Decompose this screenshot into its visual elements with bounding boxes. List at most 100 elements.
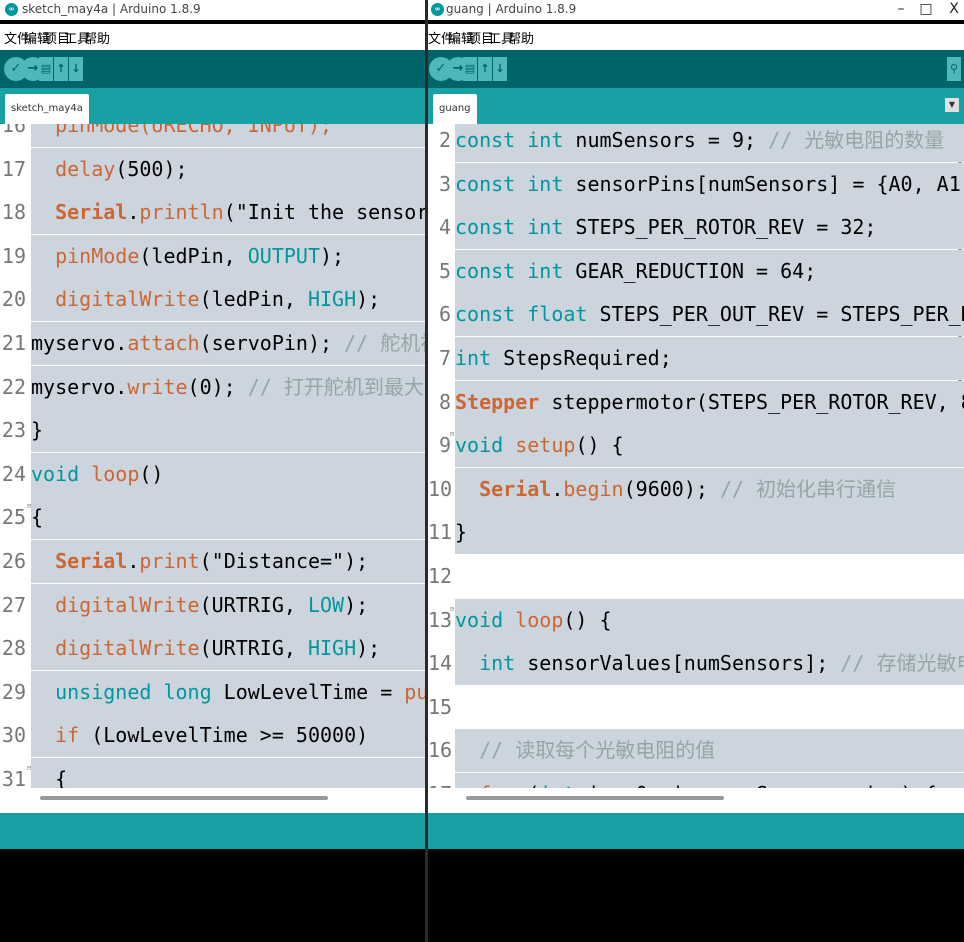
line-number: 24: [0, 452, 26, 496]
code-line[interactable]: 29 unsigned long LowLevelTime = pulseIn(…: [0, 670, 428, 714]
code-token: ("Distance=");: [199, 549, 369, 573]
code-token: }: [31, 418, 44, 443]
code-line[interactable]: 30 if (LowLevelTime >= 50000): [0, 714, 428, 758]
code-text: const int GEAR_REDUCTION = 64;: [455, 249, 964, 293]
code-line[interactable]: 5 const int GEAR_REDUCTION = 64;: [428, 249, 964, 293]
code-line[interactable]: 13 ⊟ void loop() {: [428, 598, 964, 642]
code-line[interactable]: 10 Serial.begin(9600); // 初始化串行通信: [428, 467, 964, 511]
code-line[interactable]: 12: [428, 555, 964, 598]
code-line[interactable]: 3 const int sensorPins[numSensors] = {A0,…: [428, 162, 964, 206]
open-icon[interactable]: ↑: [54, 57, 68, 81]
toolbar: ✓ → ▤ ↑ ↓ ⚲: [428, 50, 964, 88]
code-line[interactable]: 6 const float STEPS_PER_OUT_REV = STEPS_P…: [428, 293, 964, 337]
line-number: 3: [428, 162, 451, 206]
code-token: // 存储光敏电阻读数的数组: [840, 651, 964, 676]
code-token: write: [127, 374, 188, 399]
save-icon[interactable]: ↓: [69, 57, 83, 81]
code-token: // 读取每个光敏电阻的值: [479, 738, 716, 763]
code-line[interactable]: 18 Serial.println("Init the sensor");: [0, 191, 428, 235]
code-line[interactable]: 25 ⊟{: [0, 496, 428, 540]
code-line[interactable]: 31 ⊟ {: [0, 758, 428, 788]
code-line[interactable]: 15: [428, 685, 964, 729]
code-token: Serial: [55, 200, 128, 225]
code-token: steppermotor(STEPS_PER_ROTOR_REV, 8, 10,…: [551, 389, 964, 414]
code-line[interactable]: 17 delay(500);: [0, 147, 428, 191]
code-line[interactable]: 14 int sensorValues[numSensors]; // 存储光敏…: [428, 642, 964, 686]
scrollbar-thumb[interactable]: [466, 796, 724, 800]
chevron-down-icon[interactable]: ▼: [945, 98, 959, 112]
menu-help[interactable]: 帮助: [84, 28, 110, 47]
code-token: );: [320, 243, 345, 268]
new-icon[interactable]: ▤: [463, 57, 477, 81]
code-line[interactable]: 4 const int STEPS_PER_ROTOR_REV = 32;: [428, 206, 964, 250]
code-token: attach: [127, 331, 200, 355]
tab-sketch-may4a[interactable]: sketch_may4a: [5, 94, 89, 124]
code-text: for (int i = 0; i < numSensors; i++) {: [455, 773, 964, 788]
line-number: 10: [428, 467, 452, 511]
code-token: .: [551, 476, 564, 501]
arduino-logo-icon: ∞: [5, 3, 18, 16]
code-token: (500);: [115, 156, 188, 181]
code-line[interactable]: 16 pinMode(URECHO, INPUT);: [0, 124, 428, 147]
code-line[interactable]: 19 pinMode(ledPin, OUTPUT);: [0, 234, 428, 278]
code-text: // 读取每个光敏电阻的值: [455, 729, 964, 773]
code-token: );: [344, 592, 369, 617]
code-line[interactable]: 11}: [428, 511, 964, 555]
fold-toggle-icon[interactable]: ⊟: [450, 424, 454, 444]
tab-guang[interactable]: guang: [433, 94, 477, 124]
code-token: GEAR_REDUCTION = 64;: [563, 258, 817, 283]
code-line[interactable]: 26 Serial.print("Distance=");: [0, 540, 428, 583]
code-text: pinMode(ledPin, OUTPUT);: [31, 234, 428, 278]
status-bar: [428, 813, 964, 849]
code-token: const float: [455, 302, 588, 327]
close-button[interactable]: X: [940, 0, 964, 18]
fold-toggle-icon[interactable]: ⊟: [450, 599, 454, 619]
code-line[interactable]: 27 digitalWrite(URTRIG, LOW);: [0, 583, 428, 627]
minimize-button[interactable]: –: [887, 0, 915, 18]
code-line[interactable]: 16 // 读取每个光敏电阻的值: [428, 729, 964, 773]
horizontal-scrollbar[interactable]: [0, 788, 428, 813]
code-token: digitalWrite: [55, 636, 200, 661]
title-bar[interactable]: ∞ sketch_may4a | Arduino 1.8.9: [0, 0, 428, 20]
line-number: 8: [428, 380, 451, 424]
code-token: (ledPin,: [139, 243, 248, 268]
open-icon[interactable]: ↑: [478, 57, 492, 81]
code-line[interactable]: 17 for (int i = 0; i < numSensors; i++) …: [428, 773, 964, 788]
code-token: loop: [91, 461, 140, 486]
code-editor[interactable]: 16 pinMode(URECHO, INPUT); 17 delay(500);…: [0, 124, 428, 788]
code-line[interactable]: 22myservo.write(0); // 打开舵机到最大角度: [0, 365, 428, 409]
code-line[interactable]: 2 const int numSensors = 9; // 光敏电阻的数量: [428, 124, 964, 162]
serial-monitor-icon[interactable]: ⚲: [947, 57, 961, 81]
code-editor[interactable]: 2 const int numSensors = 9; // 光敏电阻的数量 3 co…: [428, 124, 964, 788]
code-token: // 初始化串行通信: [719, 476, 897, 501]
code-line[interactable]: 24 void loop(): [0, 452, 428, 496]
code-token: Stepper: [455, 389, 540, 414]
menu-bar: 文件 编辑 项目 工具 帮助: [428, 24, 964, 50]
code-line[interactable]: 7 int StepsRequired;: [428, 337, 964, 380]
code-text: Stepper steppermotor(STEPS_PER_ROTOR_REV…: [455, 380, 964, 424]
code-token: );: [356, 636, 381, 661]
code-line[interactable]: 21myservo.attach(servoPin); // 舵机初始化: [0, 322, 428, 365]
new-icon[interactable]: ▤: [39, 57, 53, 81]
code-line[interactable]: 8 Stepper steppermotor(STEPS_PER_ROTOR_RE…: [428, 380, 964, 424]
line-number: 14: [428, 642, 452, 686]
menu-help[interactable]: 帮助: [508, 28, 534, 47]
save-icon[interactable]: ↓: [493, 57, 507, 81]
code-line[interactable]: 9 ⊟ void setup() {: [428, 424, 964, 468]
code-line[interactable]: 20 digitalWrite(ledPin, HIGH);: [0, 278, 428, 322]
status-bar: [0, 813, 428, 849]
code-token: void: [455, 433, 504, 458]
maximize-button[interactable]: □: [912, 0, 940, 18]
line-number: 17: [0, 147, 26, 191]
line-number: 22: [0, 365, 26, 409]
scrollbar-thumb[interactable]: [40, 796, 328, 800]
code-line[interactable]: 28 digitalWrite(URTRIG, HIGH);: [0, 627, 428, 671]
code-token: (servoPin);: [199, 331, 345, 355]
code-token: (LowLevelTime >= 50000): [79, 723, 369, 748]
horizontal-scrollbar[interactable]: [428, 788, 964, 813]
title-bar[interactable]: ∞ guang | Arduino 1.8.9 – □ X: [428, 0, 964, 20]
code-line[interactable]: 23}: [0, 409, 428, 453]
